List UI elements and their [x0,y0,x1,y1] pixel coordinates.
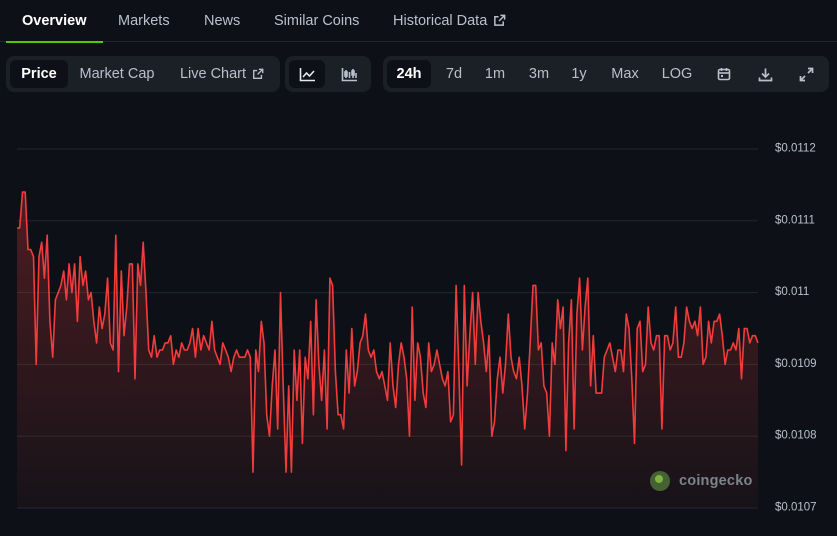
live-chart-label: Live Chart [179,66,247,82]
expand-icon [799,67,813,81]
tab-similar-coins[interactable]: Similar Coins [274,0,359,42]
external-link-icon [253,68,264,79]
y-tick-label: $0.0107 [775,502,817,514]
y-tick-label: $0.0112 [775,143,816,155]
market-cap-button[interactable]: Market Cap [72,60,162,88]
live-chart-button[interactable]: Live Chart [172,60,272,88]
candlestick-chart-icon [341,67,357,81]
coingecko-watermark: coingecko [650,471,753,491]
line-chart-button[interactable] [289,60,325,88]
range-1m-button[interactable]: 1m [478,60,512,88]
range-24h-button[interactable]: 24h [387,60,431,88]
range-max-button[interactable]: Max [605,60,645,88]
log-scale-button[interactable]: LOG [656,60,698,88]
tab-historical-data-label: Historical Data [393,13,488,29]
chart-style-group [285,56,371,92]
price-button[interactable]: Price [10,60,68,88]
external-link-icon [494,14,506,26]
calendar-icon [717,68,731,81]
watermark-text: coingecko [679,473,753,489]
range-1y-button[interactable]: 1y [564,60,594,88]
coingecko-logo-icon [650,471,670,491]
download-icon [758,68,772,81]
tab-overview[interactable]: Overview [6,0,102,43]
y-tick-label: $0.0108 [775,430,817,442]
calendar-button[interactable] [706,60,742,88]
line-chart-icon [299,67,315,81]
y-tick-label: $0.0109 [775,358,817,370]
fullscreen-button[interactable] [788,60,824,88]
tab-markets[interactable]: Markets [118,0,170,42]
y-axis: $0.0112 $0.0111 $0.011 $0.0109 $0.0108 $0.010… [775,143,817,514]
metric-toggle-group: Price Market Cap Live Chart [6,56,280,92]
top-tab-nav: Overview Markets News Similar Coins Hist… [0,0,837,43]
tab-historical-data[interactable]: Historical Data [393,0,506,42]
range-3m-button[interactable]: 3m [521,60,557,88]
candlestick-chart-button[interactable] [331,60,367,88]
range-toolbar: 24h 7d 1m 3m 1y Max LOG [383,56,829,92]
range-7d-button[interactable]: 7d [437,60,471,88]
y-tick-label: $0.0111 [775,214,815,226]
download-button[interactable] [747,60,783,88]
tab-news[interactable]: News [204,0,240,42]
y-tick-label: $0.011 [775,286,809,298]
